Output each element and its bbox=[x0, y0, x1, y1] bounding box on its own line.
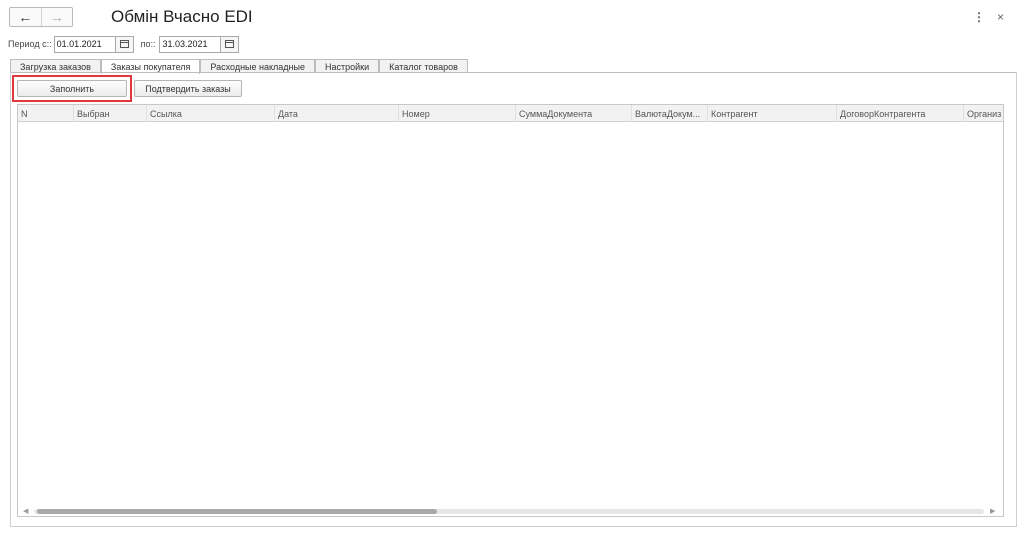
orders-table[interactable]: N Выбран Ссылка Дата Номер СуммаДокумент… bbox=[17, 104, 1004, 517]
confirm-orders-button[interactable]: Подтвердить заказы bbox=[134, 80, 242, 97]
column-header-contract[interactable]: ДоговорКонтрагента bbox=[836, 105, 963, 122]
more-options-icon[interactable]: ⋮ bbox=[973, 10, 985, 24]
close-icon[interactable]: × bbox=[997, 10, 1004, 24]
column-header-doc-sum[interactable]: СуммаДокумента bbox=[515, 105, 631, 122]
fill-button[interactable]: Заполнить bbox=[17, 80, 127, 97]
title-bar: ← → Обмін Вчасно EDI ⋮ × bbox=[0, 0, 1024, 34]
horizontal-scrollbar[interactable]: ◀ ▶ bbox=[18, 505, 1003, 516]
column-header-link[interactable]: Ссылка bbox=[146, 105, 274, 122]
column-header-counterparty[interactable]: Контрагент bbox=[707, 105, 836, 122]
column-header-date[interactable]: Дата bbox=[274, 105, 398, 122]
arrow-right-icon: → bbox=[49, 9, 64, 25]
column-header-doc-currency[interactable]: ВалютаДокум... bbox=[631, 105, 707, 122]
column-header-organization[interactable]: Организ bbox=[963, 105, 1003, 122]
period-to-label: по:: bbox=[140, 39, 156, 49]
column-header-selected[interactable]: Выбран bbox=[73, 105, 146, 122]
tab-invoices[interactable]: Расходные накладные bbox=[200, 59, 316, 73]
forward-button[interactable]: → bbox=[42, 8, 73, 26]
tab-settings[interactable]: Настройки bbox=[315, 59, 380, 73]
scroll-right-icon[interactable]: ▶ bbox=[990, 507, 995, 515]
scrollbar-thumb[interactable] bbox=[37, 509, 437, 514]
calendar-icon bbox=[119, 40, 129, 48]
column-header-number[interactable]: Номер bbox=[398, 105, 515, 122]
column-header-n[interactable]: N bbox=[18, 105, 73, 122]
period-from-calendar-button[interactable] bbox=[115, 35, 134, 53]
tab-bar: Загрузка заказов Заказы покупателя Расхо… bbox=[10, 59, 468, 74]
period-from-label: Период с:: bbox=[8, 39, 52, 49]
arrow-left-icon: ← bbox=[18, 9, 33, 25]
period-from-field[interactable]: 01.01.2021 bbox=[53, 35, 116, 53]
tab-load-orders[interactable]: Загрузка заказов bbox=[10, 59, 101, 73]
period-to-field[interactable]: 31.03.2021 bbox=[159, 35, 222, 53]
period-row: Период с:: 01.01.2021 по:: 31.03.2021 bbox=[8, 35, 240, 53]
table-header: N Выбран Ссылка Дата Номер СуммаДокумент… bbox=[18, 105, 1003, 122]
scroll-left-icon[interactable]: ◀ bbox=[23, 507, 28, 515]
navigation-buttons: ← → bbox=[9, 7, 73, 27]
tab-product-catalog[interactable]: Каталог товаров bbox=[379, 59, 468, 73]
calendar-icon bbox=[225, 40, 235, 48]
page-title: Обмін Вчасно EDI bbox=[111, 7, 253, 26]
period-to-calendar-button[interactable] bbox=[221, 35, 240, 53]
back-button[interactable]: ← bbox=[10, 8, 42, 26]
